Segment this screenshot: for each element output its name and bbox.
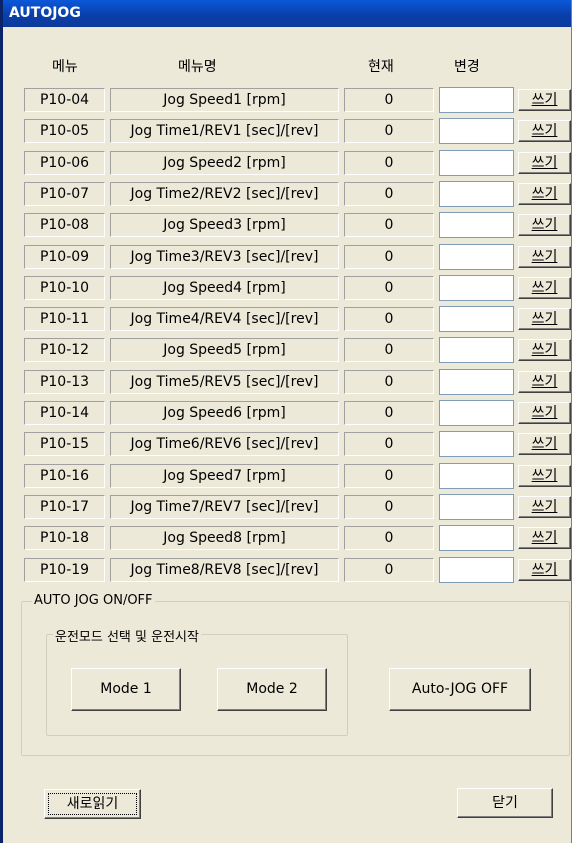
row-code: P10-18 — [24, 526, 105, 550]
row-change-input[interactable] — [439, 244, 514, 270]
row-change-input[interactable] — [439, 525, 514, 551]
autojog-window: AUTOJOG 메뉴 메뉴명 현재 변경 P10-04 Jog Speed1 [r… — [0, 0, 572, 843]
row-current: 0 — [344, 526, 434, 550]
row-change-input[interactable] — [439, 275, 514, 301]
row-name: Jog Time6/REV6 [sec]/[rev] — [110, 432, 339, 456]
row-change-input[interactable] — [439, 431, 514, 457]
row-code: P10-05 — [24, 119, 105, 143]
row-code: P10-06 — [24, 151, 105, 175]
row-write-button[interactable]: 쓰기 — [518, 496, 571, 518]
row-write-button[interactable]: 쓰기 — [518, 465, 571, 487]
refresh-button[interactable]: 새로읽기 — [44, 789, 141, 819]
window-titlebar[interactable]: AUTOJOG — [3, 0, 571, 27]
row-current: 0 — [344, 464, 434, 488]
row-name: Jog Speed4 [rpm] — [110, 276, 339, 300]
row-write-button[interactable]: 쓰기 — [518, 433, 571, 455]
close-button[interactable]: 닫기 — [457, 788, 553, 818]
row-code: P10-09 — [24, 245, 105, 269]
row-write-button[interactable]: 쓰기 — [518, 277, 571, 299]
row-code: P10-19 — [24, 558, 105, 582]
window-title: AUTOJOG — [9, 5, 81, 21]
row-write-button[interactable]: 쓰기 — [518, 152, 571, 174]
row-change-input[interactable] — [439, 557, 514, 583]
row-change-input[interactable] — [439, 463, 514, 489]
row-write-button[interactable]: 쓰기 — [518, 559, 571, 581]
row-change-input[interactable] — [439, 306, 514, 332]
mode1-button[interactable]: Mode 1 — [71, 668, 181, 711]
row-name: Jog Time3/REV3 [sec]/[rev] — [110, 245, 339, 269]
row-name: Jog Speed2 [rpm] — [110, 151, 339, 175]
row-name: Jog Time1/REV1 [sec]/[rev] — [110, 119, 339, 143]
row-name: Jog Time5/REV5 [sec]/[rev] — [110, 370, 339, 394]
row-write-button[interactable]: 쓰기 — [518, 402, 571, 424]
row-change-input[interactable] — [439, 87, 514, 113]
row-change-input[interactable] — [439, 212, 514, 238]
row-code: P10-13 — [24, 370, 105, 394]
row-current: 0 — [344, 432, 434, 456]
row-current: 0 — [344, 307, 434, 331]
row-write-button[interactable]: 쓰기 — [518, 89, 571, 111]
row-current: 0 — [344, 182, 434, 206]
row-name: Jog Speed3 [rpm] — [110, 213, 339, 237]
row-current: 0 — [344, 276, 434, 300]
row-write-button[interactable]: 쓰기 — [518, 214, 571, 236]
row-write-button[interactable]: 쓰기 — [518, 527, 571, 549]
row-write-button[interactable]: 쓰기 — [518, 308, 571, 330]
row-code: P10-04 — [24, 88, 105, 112]
row-current: 0 — [344, 370, 434, 394]
row-name: Jog Time4/REV4 [sec]/[rev] — [110, 307, 339, 331]
header-menu: 메뉴 — [52, 59, 78, 75]
header-change: 변경 — [454, 59, 480, 75]
row-name: Jog Speed8 [rpm] — [110, 526, 339, 550]
row-name: Jog Speed1 [rpm] — [110, 88, 339, 112]
row-current: 0 — [344, 401, 434, 425]
row-write-button[interactable]: 쓰기 — [518, 183, 571, 205]
mode-group-label: 운전모드 선택 및 운전시작 — [53, 626, 201, 645]
row-code: P10-15 — [24, 432, 105, 456]
autojog-group: AUTO JOG ON/OFF 운전모드 선택 및 운전시작 Mode 1 Mo… — [21, 593, 570, 756]
row-code: P10-11 — [24, 307, 105, 331]
row-change-input[interactable] — [439, 494, 514, 520]
row-change-input[interactable] — [439, 400, 514, 426]
row-code: P10-16 — [24, 464, 105, 488]
row-code: P10-17 — [24, 495, 105, 519]
row-code: P10-08 — [24, 213, 105, 237]
row-name: Jog Speed5 [rpm] — [110, 338, 339, 362]
row-write-button[interactable]: 쓰기 — [518, 246, 571, 268]
row-write-button[interactable]: 쓰기 — [518, 371, 571, 393]
row-name: Jog Time8/REV8 [sec]/[rev] — [110, 558, 339, 582]
row-current: 0 — [344, 151, 434, 175]
row-change-input[interactable] — [439, 150, 514, 176]
row-code: P10-10 — [24, 276, 105, 300]
row-code: P10-12 — [24, 338, 105, 362]
row-current: 0 — [344, 119, 434, 143]
row-write-button[interactable]: 쓰기 — [518, 120, 571, 142]
row-current: 0 — [344, 245, 434, 269]
header-current: 현재 — [368, 59, 394, 75]
row-change-input[interactable] — [439, 337, 514, 363]
row-current: 0 — [344, 213, 434, 237]
row-current: 0 — [344, 558, 434, 582]
row-write-button[interactable]: 쓰기 — [518, 339, 571, 361]
row-code: P10-14 — [24, 401, 105, 425]
row-change-input[interactable] — [439, 181, 514, 207]
row-current: 0 — [344, 495, 434, 519]
row-name: Jog Time7/REV7 [sec]/[rev] — [110, 495, 339, 519]
row-current: 0 — [344, 88, 434, 112]
mode2-button[interactable]: Mode 2 — [217, 668, 327, 711]
header-menu-name: 메뉴명 — [178, 59, 217, 75]
row-name: Jog Speed6 [rpm] — [110, 401, 339, 425]
row-change-input[interactable] — [439, 118, 514, 144]
row-current: 0 — [344, 338, 434, 362]
autojog-group-label: AUTO JOG ON/OFF — [32, 593, 155, 608]
row-name: Jog Time2/REV2 [sec]/[rev] — [110, 182, 339, 206]
autojog-off-button[interactable]: Auto-JOG OFF — [389, 668, 531, 711]
row-code: P10-07 — [24, 182, 105, 206]
row-change-input[interactable] — [439, 369, 514, 395]
row-name: Jog Speed7 [rpm] — [110, 464, 339, 488]
